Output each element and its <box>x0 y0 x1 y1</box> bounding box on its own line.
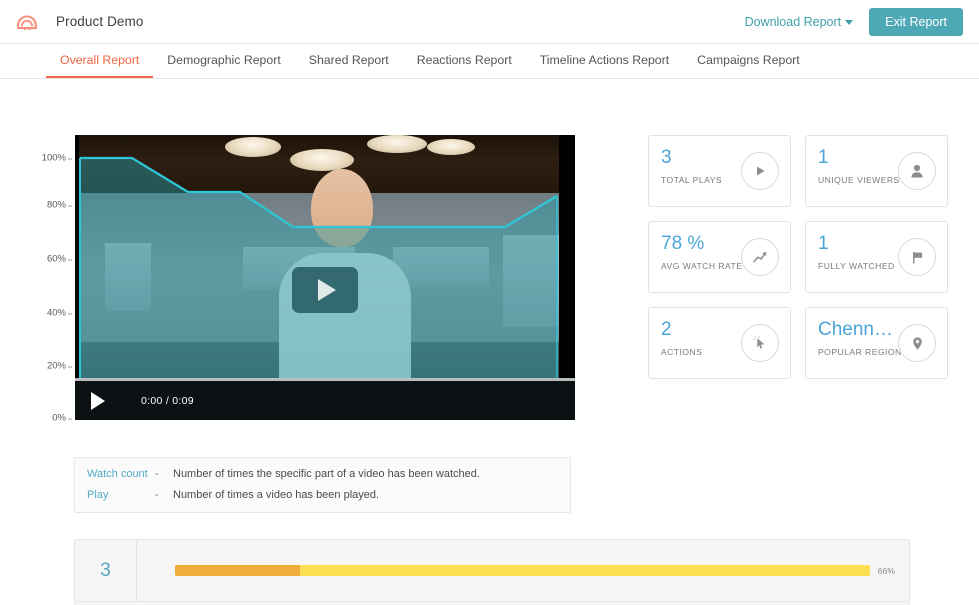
legend-desc: Number of times a video has been played. <box>173 489 380 501</box>
legend-dash: - <box>155 468 159 480</box>
stat-value: 78 % <box>661 233 705 254</box>
y-tick-60: 60% <box>46 253 73 265</box>
stat-value: Chenn… <box>818 319 893 340</box>
cursor-click-icon <box>741 324 779 362</box>
scene-lamp <box>427 139 475 155</box>
y-tick-40: 40% <box>46 307 73 319</box>
legend-item-play: Play - Number of times a video has been … <box>87 489 570 501</box>
exit-report-button[interactable]: Exit Report <box>869 7 963 36</box>
chevron-down-icon <box>845 19 854 25</box>
video-time-display: 0:00 / 0:09 <box>141 394 194 407</box>
flag-icon <box>898 238 936 276</box>
tab-campaigns-report[interactable]: Campaigns Report <box>683 44 814 78</box>
progress-segment-b <box>300 565 870 576</box>
stat-card-actions[interactable]: 2 ACTIONS <box>648 307 791 379</box>
stat-card-avg-watch-rate[interactable]: 78 % AVG WATCH RATE <box>648 221 791 293</box>
map-pin-icon <box>898 324 936 362</box>
scene-window <box>503 235 565 327</box>
report-tabs: Overall Report Demographic Report Shared… <box>0 44 979 79</box>
stat-value: 1 <box>818 147 829 168</box>
y-tick-20: 20% <box>46 360 73 372</box>
stat-card-fully-watched[interactable]: 1 FULLY WATCHED <box>805 221 948 293</box>
viewer-record-row: 3 66% 03/12/2021 03:02AM <box>74 539 910 605</box>
play-icon <box>318 279 336 301</box>
play-icon <box>741 152 779 190</box>
video-player[interactable]: 0:00 / 0:09 <box>75 135 575 420</box>
y-tick-80: 80% <box>46 199 73 211</box>
stat-card-popular-region[interactable]: Chenn… POPULAR REGION <box>805 307 948 379</box>
watch-progress-bar[interactable] <box>175 565 870 576</box>
scene-lamp <box>367 135 427 153</box>
main-content: 100% 80% 60% 40% 20% 0% 0:00 / 0:09 3 TO… <box>0 79 979 605</box>
scene-window <box>105 243 151 311</box>
record-progress-section: 3 66% <box>75 539 909 602</box>
video-controls: 0:00 / 0:09 <box>75 378 575 420</box>
tab-shared-report[interactable]: Shared Report <box>295 44 403 78</box>
top-bar: Product Demo Download Report Exit Report <box>0 0 979 44</box>
scene-lamp <box>225 137 281 157</box>
tab-overall-report[interactable]: Overall Report <box>46 44 154 78</box>
video-overlay-play-button[interactable] <box>292 267 358 313</box>
download-report-label: Download Report <box>744 14 842 29</box>
y-tick-100: 100% <box>41 152 73 164</box>
stat-cards: 3 TOTAL PLAYS 1 UNIQUE VIEWERS 78 % AVG … <box>648 135 948 379</box>
watch-count-chart: 100% 80% 60% 40% 20% 0% 0:00 / 0:09 <box>30 135 610 425</box>
hippo-logo-icon[interactable] <box>14 9 40 35</box>
stat-value: 3 <box>661 147 672 168</box>
scene-person-head <box>311 169 373 247</box>
play-icon[interactable] <box>91 391 105 410</box>
stat-value: 2 <box>661 319 672 340</box>
stat-value: 1 <box>818 233 829 254</box>
progress-segment-a <box>175 565 301 576</box>
tab-timeline-actions-report[interactable]: Timeline Actions Report <box>526 44 683 78</box>
stat-card-total-plays[interactable]: 3 TOTAL PLAYS <box>648 135 791 207</box>
tab-demographic-report[interactable]: Demographic Report <box>153 44 294 78</box>
legend-item-watch-count: Watch count - Number of times the specif… <box>87 468 570 480</box>
tab-reactions-report[interactable]: Reactions Report <box>403 44 526 78</box>
stat-card-unique-viewers[interactable]: 1 UNIQUE VIEWERS <box>805 135 948 207</box>
watch-percent-label: 66% <box>877 565 895 576</box>
legend-desc: Number of times the specific part of a v… <box>173 468 480 480</box>
trend-up-icon <box>741 238 779 276</box>
y-tick-0: 0% <box>52 412 72 424</box>
user-icon <box>898 152 936 190</box>
record-play-count: 3 <box>75 539 137 602</box>
page-title: Product Demo <box>56 14 144 29</box>
download-report-dropdown[interactable]: Download Report <box>745 15 854 29</box>
legend-key: Play <box>87 489 109 501</box>
chart-y-axis: 100% 80% 60% 40% 20% 0% <box>30 135 74 425</box>
record-bar-area: 66% <box>137 565 909 576</box>
legend-dash: - <box>155 489 159 501</box>
scene-lamp <box>290 149 354 171</box>
chart-legend: Watch count - Number of times the specif… <box>74 457 571 513</box>
legend-key: Watch count <box>87 468 148 480</box>
